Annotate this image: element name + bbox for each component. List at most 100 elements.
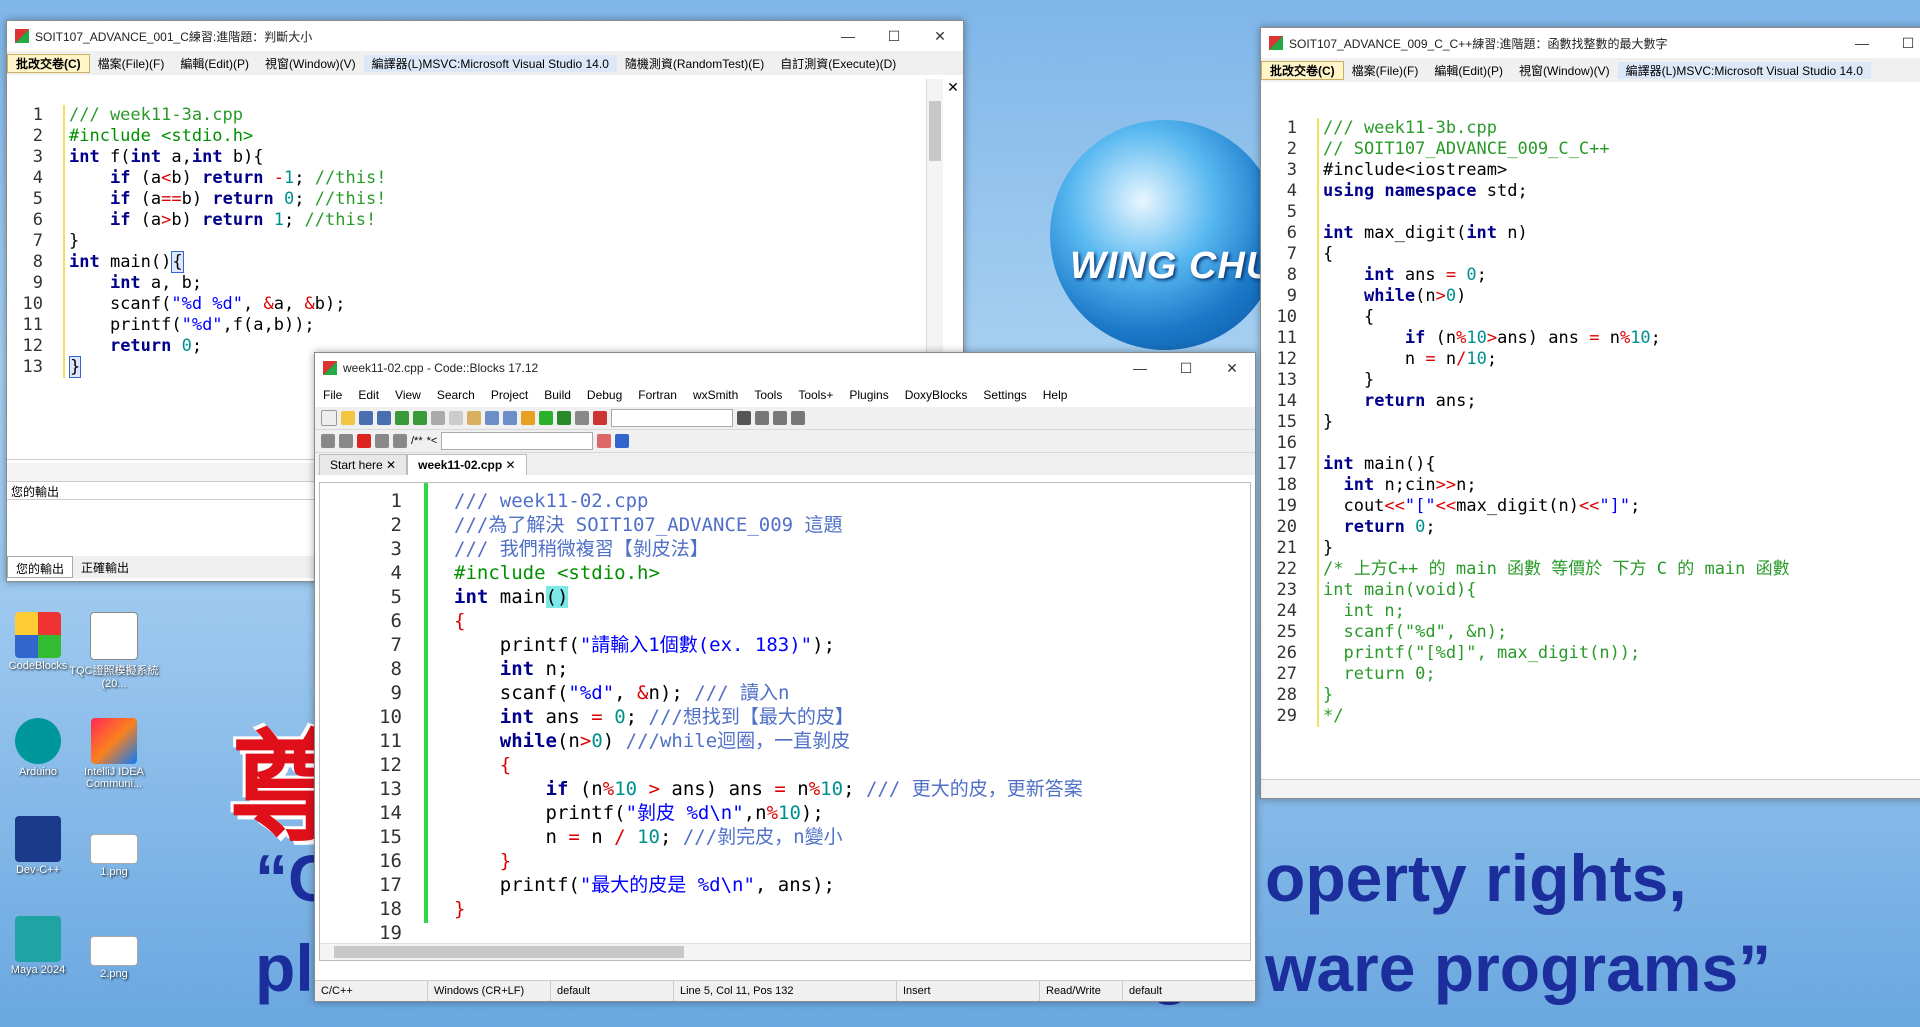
replace-icon[interactable] (503, 411, 517, 425)
slogan-line2-a: pl (255, 931, 314, 1005)
code-editor[interactable]: 1 2 3 4 5 6 7 8 9 10 11 12 13 14 15 16 17 18 19 /// week11… (319, 482, 1251, 961)
build-run-icon[interactable] (557, 411, 571, 425)
menu-settings[interactable]: Settings (975, 388, 1034, 402)
close-icon[interactable]: ✕ (945, 79, 961, 97)
debug-run-icon[interactable] (737, 411, 751, 425)
bookmark-icon[interactable] (357, 434, 371, 448)
desktop-icon-label: TQC證照模擬系統(20... (69, 665, 159, 690)
menu-build[interactable]: Build (536, 388, 579, 402)
debug-stop-icon[interactable] (791, 411, 805, 425)
desktop-icon-1png[interactable]: 1.png (64, 834, 164, 878)
window-title: SOIT107_ADVANCE_009_C_C++練習:進階題：函數找整數的最大… (1289, 36, 1668, 51)
horizontal-scrollbar[interactable] (320, 943, 1250, 960)
rebuild-icon[interactable] (575, 411, 589, 425)
menu-help[interactable]: Help (1035, 388, 1076, 402)
desktop-icon-tqc[interactable]: TQC證照模擬系統(20... (64, 612, 164, 690)
menu-wxsmith[interactable]: wxSmith (685, 388, 746, 402)
desktop-icon-intellij[interactable]: IntelliJ IDEA Communi... (64, 718, 164, 790)
desktop-icon-label: Maya 2024 (10, 964, 66, 976)
tab-your-output[interactable]: 您的輸出 (7, 556, 74, 578)
menu-file[interactable]: 檔案(File)(F) (1344, 62, 1427, 79)
open-file-icon[interactable] (341, 411, 355, 425)
menu-plugins[interactable]: Plugins (841, 388, 896, 402)
output-label: 您的輸出 (11, 485, 60, 499)
cut-icon[interactable] (431, 411, 445, 425)
doxy-line-icon[interactable]: *< (427, 435, 438, 447)
menu-submit[interactable]: 批改交卷(C) (1261, 60, 1344, 80)
copy-icon[interactable] (449, 411, 463, 425)
status-profile: default (1129, 985, 1163, 997)
menu-tools-plus[interactable]: Tools+ (790, 388, 841, 402)
debug-step-icon[interactable] (755, 411, 769, 425)
close-button[interactable]: ✕ (1209, 360, 1255, 377)
minimize-button[interactable]: — (1117, 360, 1163, 376)
menu-search[interactable]: Search (429, 388, 483, 402)
menu-window[interactable]: 視窗(Window)(V) (1511, 62, 1618, 79)
line-numbers: 1 2 3 4 5 6 7 8 9 10 11 12 13 14 15 16 17 18 19 (320, 489, 402, 945)
menu-edit[interactable]: Edit (350, 388, 387, 402)
close-button[interactable]: ✕ (917, 28, 963, 45)
uncomment-icon[interactable] (393, 434, 407, 448)
window-titlebar: SOIT107_ADVANCE_009_C_C++練習:進階題：函數找整數的最大… (1261, 28, 1920, 58)
menu-file[interactable]: 檔案(File)(F) (90, 55, 173, 72)
menu-view[interactable]: View (387, 388, 429, 402)
code-editor[interactable]: 1 2 3 4 5 6 7 8 9 10 11 12 13 14 15 16 17 18 19 20 21 22 23 24 2… (1261, 88, 1920, 778)
build-icon[interactable] (521, 411, 535, 425)
tab-week11-02[interactable]: week11-02.cpp ✕ (407, 454, 527, 475)
maximize-button[interactable]: ☐ (1885, 35, 1920, 52)
menu-edit[interactable]: 編輯(Edit)(P) (172, 55, 257, 72)
nav-back-icon[interactable] (321, 434, 335, 448)
menu-file[interactable]: File (315, 388, 350, 402)
minimize-button[interactable]: — (1839, 35, 1885, 51)
window-titlebar: SOIT107_ADVANCE_001_C練習:進階題：判斷大小 — ☐ ✕ (7, 21, 963, 51)
menu-submit[interactable]: 批改交卷(C) (7, 53, 90, 73)
change-bar (424, 483, 428, 923)
desktop-icon-2png[interactable]: 2.png (64, 936, 164, 980)
tab-start-here[interactable]: Start here ✕ (319, 454, 408, 475)
maximize-button[interactable]: ☐ (1163, 360, 1209, 377)
desktop-icon-label: Dev-C++ (15, 864, 61, 876)
highlight-icon[interactable] (597, 434, 612, 448)
maya-icon (15, 916, 61, 962)
tab-correct-output[interactable]: 正確輸出 (73, 556, 137, 578)
close-tab-icon[interactable]: ✕ (506, 458, 516, 472)
doxy-comment-icon[interactable]: /** (411, 435, 423, 447)
menu-fortran[interactable]: Fortran (630, 388, 685, 402)
horizontal-scrollbar[interactable] (1261, 779, 1920, 798)
menu-window[interactable]: 視窗(Window)(V) (257, 55, 364, 72)
comment-icon[interactable] (375, 434, 389, 448)
close-tab-icon[interactable]: ✕ (386, 458, 396, 472)
menu-bar: 批改交卷(C) 檔案(File)(F) 編輯(Edit)(P) 視窗(Windo… (7, 51, 963, 75)
menu-doxyblocks[interactable]: DoxyBlocks (897, 388, 976, 402)
menu-project[interactable]: Project (483, 388, 536, 402)
maximize-button[interactable]: ☐ (871, 28, 917, 45)
devcpp-icon (15, 816, 61, 862)
practice-window-009: SOIT107_ADVANCE_009_C_C++練習:進階題：函數找整數的最大… (1260, 27, 1920, 799)
menu-compiler[interactable]: 編譯器(L)MSVC:Microsoft Visual Studio 14.0 (363, 54, 617, 72)
new-file-icon[interactable] (321, 410, 337, 426)
build-target-select[interactable] (611, 409, 733, 427)
font-icon[interactable] (615, 434, 630, 448)
debug-next-icon[interactable] (773, 411, 787, 425)
line-numbers: 1 2 3 4 5 6 7 8 9 10 11 12 13 (7, 105, 43, 378)
desktop-icon-label: 1.png (100, 866, 128, 878)
find-icon[interactable] (485, 411, 499, 425)
nav-forward-icon[interactable] (339, 434, 353, 448)
status-position: Line 5, Col 11, Pos 132 (674, 981, 897, 1001)
menu-debug[interactable]: Debug (579, 388, 630, 402)
paste-icon[interactable] (467, 411, 481, 425)
abort-icon[interactable] (593, 411, 607, 425)
menu-execute[interactable]: 自訂測資(Execute)(D) (772, 55, 904, 72)
menu-compiler[interactable]: 編譯器(L)MSVC:Microsoft Visual Studio 14.0 (1617, 61, 1871, 79)
menu-edit[interactable]: 編輯(Edit)(P) (1426, 62, 1511, 79)
undo-icon[interactable] (395, 411, 409, 425)
image-file-icon (90, 936, 138, 966)
menu-random-test[interactable]: 隨機測資(RandomTest)(E) (617, 55, 772, 72)
run-icon[interactable] (539, 411, 553, 425)
minimize-button[interactable]: — (825, 28, 871, 44)
symbol-select[interactable] (441, 432, 594, 450)
save-all-icon[interactable] (377, 411, 391, 425)
menu-tools[interactable]: Tools (746, 388, 790, 402)
redo-icon[interactable] (413, 411, 427, 425)
save-icon[interactable] (359, 411, 373, 425)
